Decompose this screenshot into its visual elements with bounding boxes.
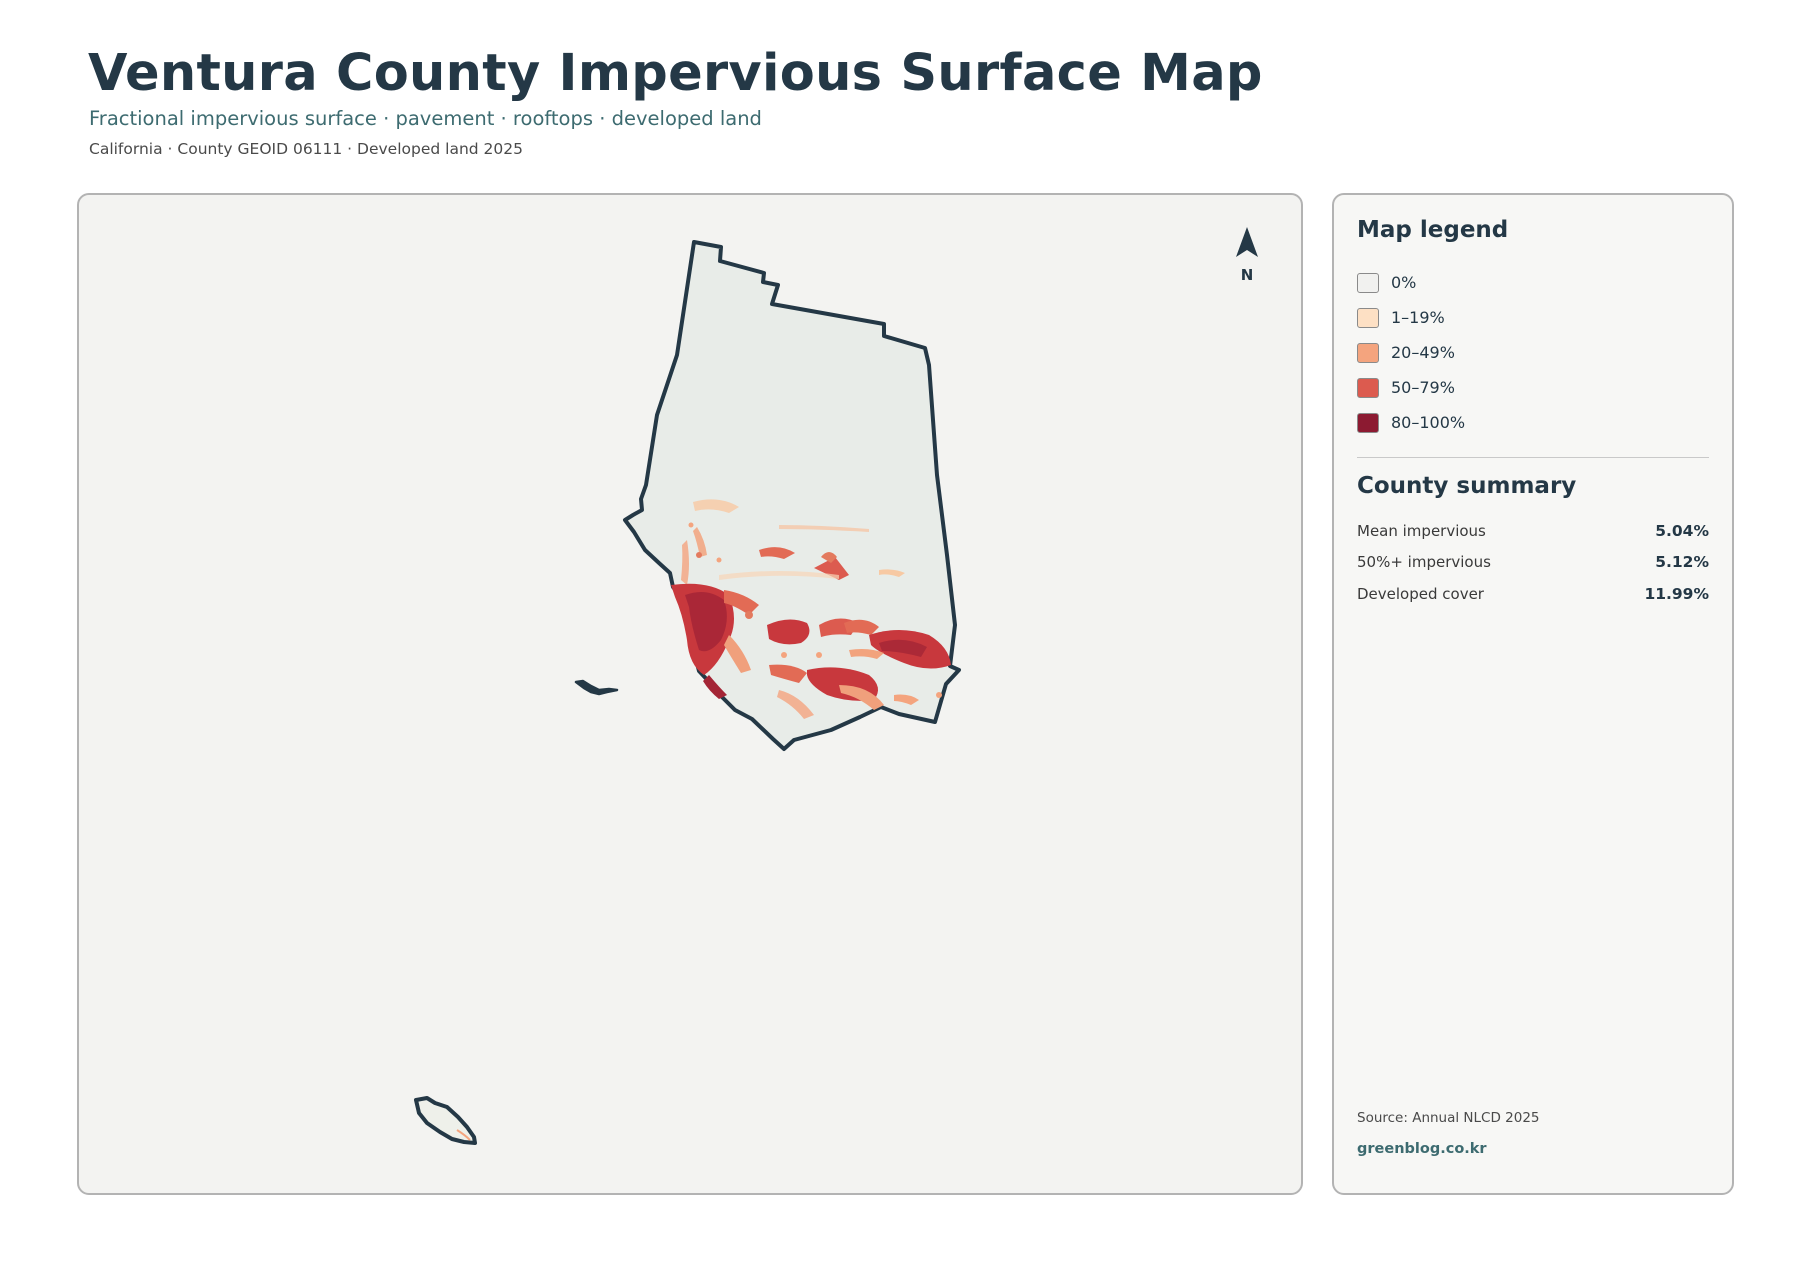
stat-row-developed: Developed cover 11.99% [1357,578,1709,610]
stat-value: 5.12% [1655,553,1709,572]
north-arrow [1236,227,1258,257]
source-note: Source: Annual NLCD 2025 [1357,1110,1540,1126]
map-panel[interactable]: N [77,193,1303,1195]
map-subtitle: Fractional impervious surface · pavement… [89,107,762,130]
legend-label: 20–49% [1391,343,1455,362]
stat-value: 11.99% [1644,584,1709,603]
stat-label: 50%+ impervious [1357,553,1491,572]
stat-value: 5.04% [1655,521,1709,540]
summary-title: County summary [1357,473,1577,499]
legend-swatch [1357,272,1379,293]
legend-label: 50–79% [1391,378,1455,397]
stat-row-mean: Mean impervious 5.04% [1357,515,1709,547]
brand-link[interactable]: greenblog.co.kr [1357,1141,1487,1157]
island-anacapa [574,679,619,696]
legend-item-0: 0% [1357,265,1465,300]
stat-label: Developed cover [1357,584,1484,603]
legend-label: 0% [1391,273,1417,292]
legend-label: 80–100% [1391,413,1466,432]
legend-item-3: 50–79% [1357,370,1465,405]
map-title: Ventura County Impervious Surface Map [88,44,1263,103]
legend-item-2: 20–49% [1357,335,1465,370]
legend-panel: Map legend 0% 1–19% 20–49% 50–79% 80–100… [1332,193,1734,1195]
legend-label: 1–19% [1391,308,1445,327]
north-label: N [1241,266,1254,284]
map-canvas: N [414,227,1258,1145]
legend-swatch [1357,377,1379,398]
stat-label: Mean impervious [1357,521,1486,540]
legend-item-4: 80–100% [1357,405,1465,440]
legend-swatch [1357,307,1379,328]
legend-list: 0% 1–19% 20–49% 50–79% 80–100% [1357,265,1465,440]
map-meta: California · County GEOID 06111 · Develo… [89,140,523,158]
legend-divider [1357,457,1709,458]
legend-swatch [1357,412,1379,433]
stat-row-50plus: 50%+ impervious 5.12% [1357,547,1709,579]
legend-swatch [1357,342,1379,363]
legend-item-1: 1–19% [1357,300,1465,335]
legend-title: Map legend [1357,217,1509,243]
summary-stats: Mean impervious 5.04% 50%+ impervious 5.… [1357,515,1709,610]
